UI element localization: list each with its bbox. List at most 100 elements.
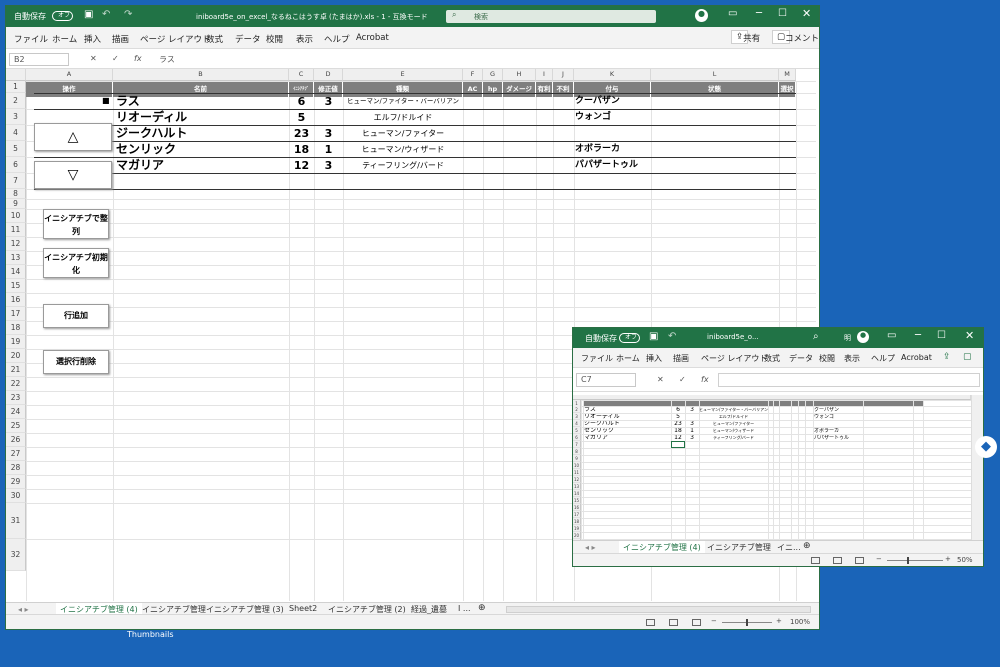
row-header[interactable]: 25 xyxy=(6,419,26,433)
row-header[interactable]: 10 xyxy=(6,209,26,223)
page-break-view-icon-2[interactable] xyxy=(855,556,864,564)
menu-home[interactable]: ホーム xyxy=(52,33,77,45)
tab-more[interactable]: I ... xyxy=(458,604,471,613)
col-header[interactable]: D xyxy=(314,69,343,81)
search-icon-2[interactable]: ⌕ xyxy=(813,331,819,342)
sheet-grid-2[interactable]: 1234567891011121314151617181920212223242… xyxy=(573,395,971,540)
cell-name[interactable]: リオーディル xyxy=(116,110,286,126)
col-header[interactable]: J xyxy=(553,69,574,81)
row-header[interactable]: 27 xyxy=(6,447,26,461)
menu-review-2[interactable]: 校閲 xyxy=(819,353,835,364)
comment-icon-2[interactable]: ▢ xyxy=(963,352,972,362)
row-header[interactable]: 12 xyxy=(6,237,26,251)
sort-initiative-button[interactable]: イニシアチブで整列 xyxy=(43,209,109,239)
avatar[interactable]: ● xyxy=(695,9,708,22)
page-break-view-icon[interactable] xyxy=(692,618,701,626)
row-header[interactable]: 29 xyxy=(6,475,26,489)
dropbox-icon[interactable]: ◆ xyxy=(975,436,997,458)
add-sheet-icon[interactable]: ⊕ xyxy=(478,603,486,613)
close-icon[interactable]: ✕ xyxy=(802,7,811,20)
cell-name[interactable]: ジークハルト xyxy=(116,126,286,142)
cell-initiative[interactable]: 6 xyxy=(289,94,314,110)
col-header[interactable]: C xyxy=(289,69,314,81)
redo-icon[interactable]: ↷ xyxy=(124,9,132,20)
cell-kind[interactable]: ヒューマン/ファイター xyxy=(343,126,463,142)
col-header[interactable]: A xyxy=(26,69,113,81)
tab-initiative-mini[interactable]: イニシアチブ管理 xyxy=(707,542,771,553)
row-header[interactable]: 24 xyxy=(6,405,26,419)
row-header[interactable]: 22 xyxy=(6,377,26,391)
row-header[interactable]: 18 xyxy=(6,321,26,335)
row-header[interactable]: 5 xyxy=(6,141,26,157)
row-header[interactable]: 2 xyxy=(6,93,26,109)
cell-kind[interactable]: ティーフリング/バード xyxy=(343,158,463,174)
move-up-button[interactable]: △ xyxy=(34,123,112,151)
move-down-button[interactable]: ▽ xyxy=(34,161,112,189)
row-header[interactable]: 16 xyxy=(6,293,26,307)
cancel-icon-2[interactable]: ✕ xyxy=(657,375,664,384)
menu-view-2[interactable]: 表示 xyxy=(844,353,860,364)
col-header[interactable]: B xyxy=(113,69,289,81)
cell-modifier[interactable]: 3 xyxy=(314,158,343,174)
cell-fuyo[interactable]: オボラーカ xyxy=(575,142,651,158)
zoom-out-icon-2[interactable]: − xyxy=(876,555,882,563)
row-header[interactable]: 3 xyxy=(6,109,26,125)
add-sheet-icon-2[interactable]: ⊕ xyxy=(803,541,811,551)
zoom-in-icon-2[interactable]: + xyxy=(945,555,951,563)
menu-draw[interactable]: 描画 xyxy=(112,33,129,45)
vertical-scrollbar-2[interactable] xyxy=(971,395,983,540)
autosave-toggle[interactable]: オフ xyxy=(52,11,73,21)
cell-name[interactable]: ラス xyxy=(116,94,286,110)
cell-fuyo[interactable]: ウォンゴ xyxy=(575,110,651,126)
row-header[interactable]: 11 xyxy=(6,223,26,237)
menu-formulas[interactable]: 数式 xyxy=(206,33,223,45)
row-header[interactable]: 19 xyxy=(6,335,26,349)
cancel-icon[interactable]: ✕ xyxy=(90,54,97,63)
ribbon-display-icon-2[interactable]: ▭ xyxy=(887,330,896,341)
autosave-toggle-2[interactable]: オフ xyxy=(619,333,640,343)
col-header[interactable]: M xyxy=(779,69,796,81)
menu-file[interactable]: ファイル xyxy=(14,33,48,45)
cell-fuyo[interactable]: パパザートゥル xyxy=(575,158,651,174)
row-header[interactable]: 7 xyxy=(6,173,26,189)
maximize-icon[interactable]: ☐ xyxy=(778,8,787,19)
function-icon-2[interactable]: fx xyxy=(701,375,709,384)
cell-kind[interactable]: ヒューマン/ウィザード xyxy=(343,142,463,158)
select-all-corner[interactable] xyxy=(6,69,26,81)
row-header[interactable]: 9 xyxy=(6,199,26,209)
menu-draw-2[interactable]: 描画 xyxy=(673,353,689,364)
zoom-level-2[interactable]: 50% xyxy=(957,556,973,564)
name-box[interactable]: B2 xyxy=(9,53,69,66)
cell-name[interactable]: マガリア xyxy=(116,158,286,174)
ribbon-display-icon[interactable]: ▭ xyxy=(728,8,737,19)
col-header[interactable]: H xyxy=(503,69,536,81)
menu-acrobat[interactable]: Acrobat xyxy=(356,33,389,43)
zoom-slider-2[interactable] xyxy=(887,557,943,564)
row-header[interactable]: 15 xyxy=(6,279,26,293)
tab-sheet2[interactable]: Sheet2 xyxy=(289,604,317,613)
menu-formulas-2[interactable]: 数式 xyxy=(764,353,780,364)
menu-home-2[interactable]: ホーム xyxy=(616,353,640,364)
row-header[interactable]: 4 xyxy=(6,125,26,141)
function-icon[interactable]: fx xyxy=(134,54,142,63)
comment-button[interactable]: ▢ コメント xyxy=(772,30,819,44)
normal-view-icon[interactable] xyxy=(646,618,655,626)
undo-icon-2[interactable]: ↶ xyxy=(668,331,676,342)
row-header[interactable]: 13 xyxy=(6,251,26,265)
menu-page-layout-2[interactable]: ページ レイアウト xyxy=(701,353,767,364)
cell-initiative[interactable]: 18 xyxy=(289,142,314,158)
name-box-2[interactable]: C7 xyxy=(576,373,636,387)
menu-insert-2[interactable]: 挿入 xyxy=(646,353,662,364)
zoom-in-icon[interactable]: + xyxy=(776,617,782,625)
cell-fuyo[interactable] xyxy=(575,126,651,142)
zoom-slider-handle-2[interactable] xyxy=(907,557,909,564)
cell-modifier[interactable] xyxy=(314,110,343,126)
cell-kind[interactable]: エルフ/ドルイド xyxy=(343,110,463,126)
col-header[interactable]: K xyxy=(574,69,651,81)
cell-fuyo[interactable]: クーパザン xyxy=(575,94,651,110)
close-icon-2[interactable]: ✕ xyxy=(965,329,974,342)
zoom-slider[interactable] xyxy=(722,619,772,626)
row-header[interactable]: 17 xyxy=(6,307,26,321)
menu-help[interactable]: ヘルプ xyxy=(324,33,350,45)
save-icon[interactable]: ▣ xyxy=(84,9,93,20)
